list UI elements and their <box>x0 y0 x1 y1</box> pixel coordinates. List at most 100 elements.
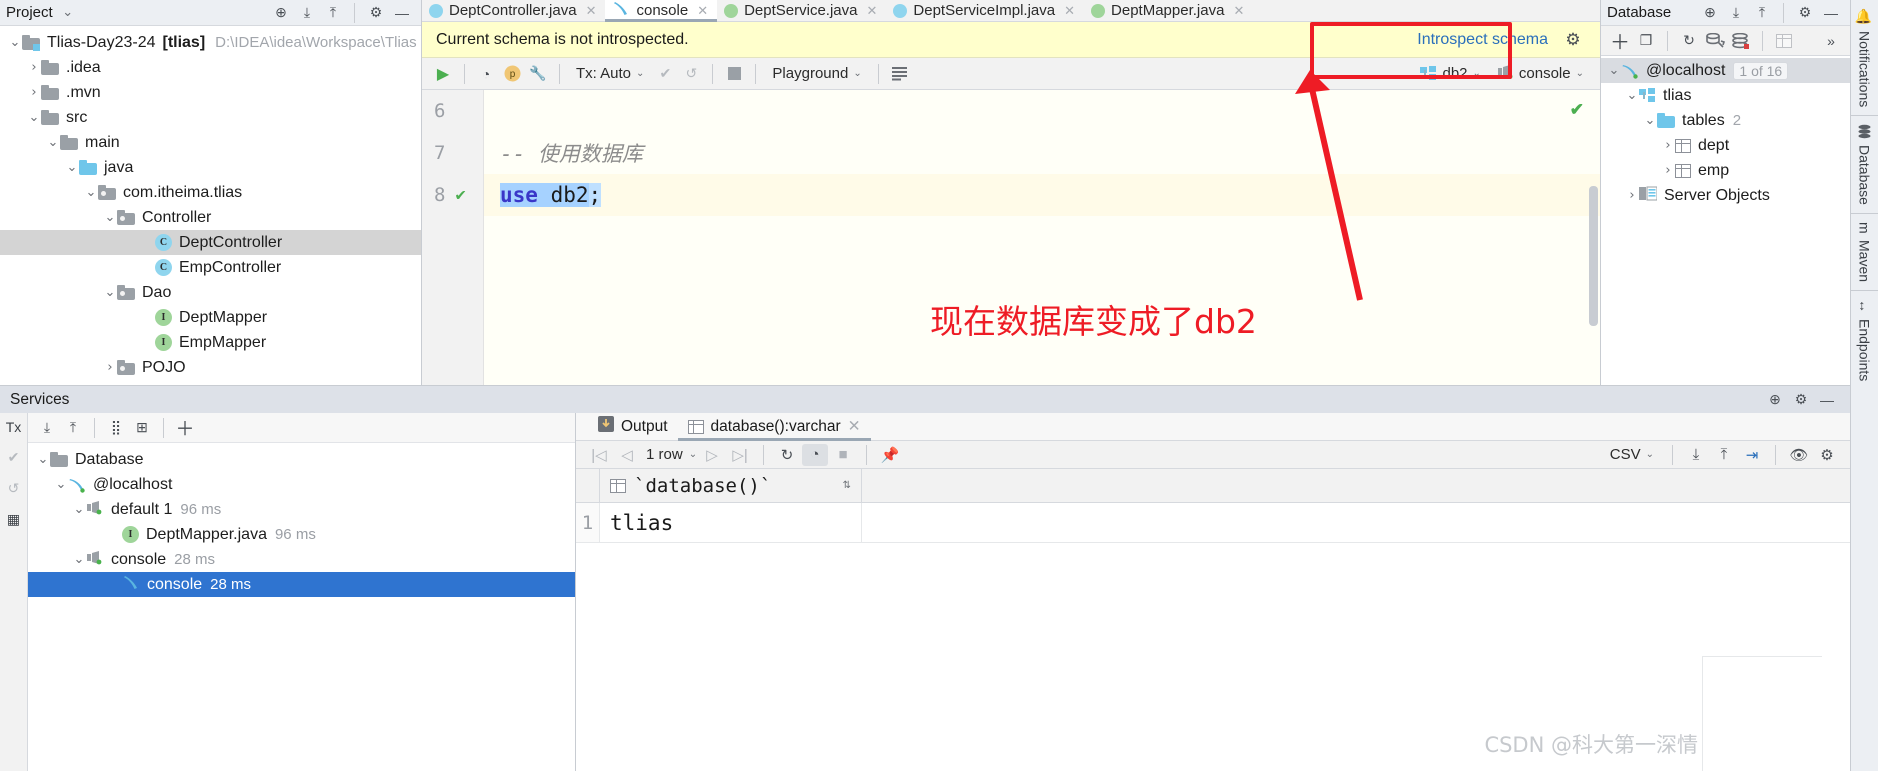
first-page-icon[interactable]: |◁ <box>586 444 612 466</box>
database-tree-item[interactable]: ⌄ @localhost 1 of 16 <box>1601 58 1850 83</box>
project-tree-item[interactable]: ⌄ Controller <box>0 205 421 230</box>
services-tree-item[interactable]: ⌄ @localhost <box>28 472 575 497</box>
project-tree-item[interactable]: ›CDeptController <box>0 230 421 255</box>
more-actions-icon[interactable]: » <box>1818 29 1844 53</box>
code-line[interactable] <box>484 90 1600 132</box>
services-tree-item[interactable]: ⌄ default 1 96 ms <box>28 497 575 522</box>
database-tree-item[interactable]: › Server Objects <box>1601 183 1850 208</box>
gear-icon[interactable]: ⚙ <box>1792 1 1818 25</box>
jump-to-query-icon[interactable]: ⇥ <box>1739 444 1765 466</box>
gear-icon[interactable]: ⚙ <box>363 1 389 25</box>
row-count-label[interactable]: 1 row <box>642 446 687 463</box>
chevron-down-icon[interactable]: ⌄ <box>46 135 60 150</box>
close-icon[interactable]: ✕ <box>586 3 597 19</box>
project-tree-item[interactable]: ›CEmpController <box>0 255 421 280</box>
collapse-all-icon[interactable]: ⤓ <box>294 1 320 25</box>
introspect-schema-link[interactable]: Introspect schema <box>1417 31 1548 49</box>
collapse-all-icon[interactable]: ⤓ <box>1723 1 1749 25</box>
project-tree-item[interactable]: › POJO <box>0 355 421 380</box>
editor-tab[interactable]: DeptService.java ✕ <box>717 0 886 21</box>
parameters-icon[interactable]: p <box>499 62 525 86</box>
add-service-icon[interactable]: ＋ <box>172 416 198 440</box>
database-tree-item[interactable]: ⌄ tables 2 <box>1601 108 1850 133</box>
services-tree-item[interactable]: ⌄ Database <box>28 447 575 472</box>
database-tree-item[interactable]: ⌄ tlias <box>1601 83 1850 108</box>
editor-tab[interactable]: DeptServiceImpl.java ✕ <box>886 0 1084 21</box>
result-tabbar[interactable]: Output database():varchar ✕ <box>576 413 1850 441</box>
commit-icon[interactable]: ✔ <box>652 62 678 86</box>
locate-icon[interactable]: ⊕ <box>268 1 294 25</box>
refresh-icon[interactable]: ↻ <box>1676 29 1702 53</box>
project-tree-item[interactable]: ⌄ main <box>0 130 421 155</box>
chevron-right-icon[interactable]: › <box>1661 163 1675 178</box>
code-line[interactable]: use db2; <box>484 174 1600 216</box>
close-icon[interactable]: ✕ <box>866 3 877 19</box>
chevron-down-icon[interactable]: ⌄ <box>61 5 75 20</box>
chevron-right-icon[interactable]: › <box>103 360 117 375</box>
rail-item-notifications[interactable]: 🔔 Notifications <box>1857 0 1873 115</box>
project-tree-item[interactable]: ⌄ java <box>0 155 421 180</box>
chevron-down-icon[interactable]: ⌄ <box>1607 63 1621 78</box>
database-tree-item[interactable]: › emp <box>1601 158 1850 183</box>
editor-tabbar[interactable]: DeptController.java ✕ console ✕ DeptService.… <box>422 0 1600 22</box>
gear-icon[interactable]: ⚙ <box>1814 444 1840 466</box>
locate-icon[interactable]: ⊕ <box>1762 388 1788 412</box>
collapse-all-icon[interactable]: ⤒ <box>60 416 86 440</box>
expand-all-icon[interactable]: ⤓ <box>34 416 60 440</box>
locate-icon[interactable]: ⊕ <box>1697 1 1723 25</box>
rollback-icon[interactable]: ↺ <box>8 480 20 497</box>
code-line[interactable]: -- 使用数据库 <box>484 132 1600 174</box>
chevron-down-icon[interactable]: ⌄ <box>65 160 79 175</box>
grid-cell[interactable]: tlias <box>600 503 862 542</box>
hide-panel-icon[interactable]: — <box>1814 388 1840 412</box>
hide-panel-icon[interactable]: — <box>1818 1 1844 25</box>
stop-icon[interactable] <box>721 62 747 86</box>
project-tree-item[interactable]: ⌄ com.itheima.tlias <box>0 180 421 205</box>
project-tree[interactable]: ⌄ Tlias-Day23-24 [tlias] D:\IDEA\idea\Works… <box>0 26 421 380</box>
table-editor-icon[interactable] <box>1771 29 1797 53</box>
page-size-icon[interactable]: ◔ <box>802 443 829 466</box>
close-icon[interactable]: ✕ <box>848 417 861 436</box>
pin-tab-icon[interactable]: 📌 <box>877 444 903 466</box>
add-tab-icon[interactable]: ⊞ <box>129 416 155 440</box>
group-by-icon[interactable]: ⣿ <box>103 416 129 440</box>
layout-icon[interactable]: ▦ <box>7 511 20 528</box>
project-tree-item[interactable]: › .idea <box>0 55 421 80</box>
playground-selector[interactable]: Playground ⌄ <box>764 65 869 82</box>
grid-column-header[interactable]: `database()` ⇅ <box>600 469 862 502</box>
project-tree-item[interactable]: ›IEmpMapper <box>0 330 421 355</box>
chevron-down-icon[interactable]: ⌄ <box>84 185 98 200</box>
stop-icon[interactable]: ■ <box>830 444 856 466</box>
chevron-down-icon[interactable]: ⌄ <box>36 452 50 467</box>
rail-item-maven[interactable]: m Maven <box>1857 214 1873 290</box>
project-tree-item[interactable]: ⌄ Tlias-Day23-24 [tlias] D:\IDEA\idea\Works… <box>0 30 421 55</box>
close-icon[interactable]: ✕ <box>1064 3 1075 19</box>
gear-icon[interactable]: ⚙ <box>1788 388 1814 412</box>
import-data-icon[interactable]: ⤒ <box>1711 444 1737 466</box>
chevron-down-icon[interactable]: ⌄ <box>103 210 117 225</box>
chevron-down-icon[interactable]: ⌄ <box>1625 88 1639 103</box>
chevron-down-icon[interactable]: ⌄ <box>8 35 22 50</box>
export-data-icon[interactable]: ⤓ <box>1683 444 1709 466</box>
reload-page-icon[interactable]: ↻ <box>774 444 800 466</box>
close-icon[interactable]: ✕ <box>697 3 708 19</box>
grid-row[interactable]: 1 tlias <box>576 503 1850 543</box>
format-sql-icon[interactable] <box>887 62 913 86</box>
session-selector[interactable]: console ⌄ <box>1489 64 1592 83</box>
gear-icon[interactable]: ⚙ <box>1560 28 1586 52</box>
services-tree-item[interactable]: ›console28 ms <box>28 572 575 597</box>
chevron-down-icon[interactable]: ⌄ <box>103 285 117 300</box>
project-tree-item[interactable]: › .mvn <box>0 80 421 105</box>
open-query-console-icon[interactable] <box>1702 29 1728 53</box>
chevron-right-icon[interactable]: › <box>1661 138 1675 153</box>
database-tree[interactable]: ⌄ @localhost 1 of 16 ⌄ tlias ⌄ tables 2 › dept › em… <box>1601 56 1850 208</box>
export-format-selector[interactable]: CSV ⌄ <box>1602 446 1662 463</box>
editor-tab[interactable]: console ✕ <box>605 0 718 22</box>
expand-all-icon[interactable]: ⤒ <box>1749 1 1775 25</box>
sort-icon[interactable]: ⇅ <box>843 480 851 491</box>
chevron-down-icon[interactable]: ⌄ <box>72 552 86 567</box>
rollback-icon[interactable]: ↺ <box>678 62 704 86</box>
schema-selector[interactable]: db2 ⌄ <box>1412 65 1488 82</box>
editor-tab[interactable]: DeptMapper.java ✕ <box>1084 0 1253 21</box>
project-tree-item[interactable]: ⌄ Dao <box>0 280 421 305</box>
